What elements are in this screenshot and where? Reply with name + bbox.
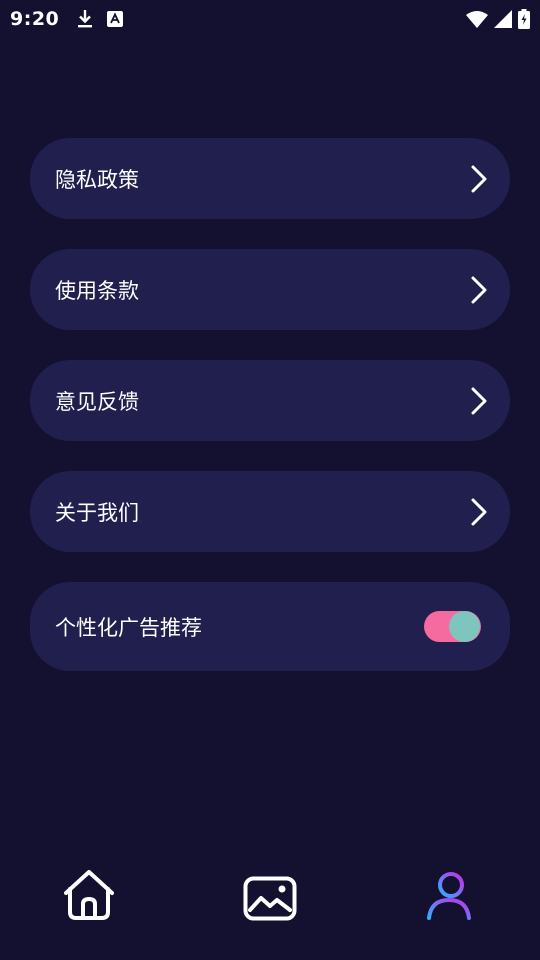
- profile-icon: [427, 872, 471, 920]
- settings-screen: 9:20 隐私政策 使用条款 意见反馈 关于我们 个性化广告推荐: [0, 0, 540, 960]
- nav-home-button[interactable]: [60, 868, 118, 922]
- battery-charging-icon: [518, 9, 530, 29]
- menu-item-label: 隐私政策: [55, 167, 139, 192]
- app-notification-icon: [107, 11, 124, 27]
- wifi-icon: [466, 10, 488, 28]
- menu-item-privacy-policy[interactable]: 隐私政策: [30, 138, 510, 219]
- personalized-ads-toggle[interactable]: [424, 611, 481, 642]
- status-notification-icons: [77, 9, 124, 29]
- menu-item-label: 使用条款: [55, 278, 139, 303]
- download-icon: [77, 9, 93, 29]
- chevron-right-icon: [470, 498, 488, 526]
- menu-item-label: 关于我们: [55, 500, 139, 525]
- menu-item-terms-of-use[interactable]: 使用条款: [30, 249, 510, 330]
- menu-item-label: 个性化广告推荐: [55, 615, 202, 640]
- status-system-icons: [466, 0, 530, 38]
- gallery-icon: [243, 876, 297, 921]
- home-icon: [64, 870, 114, 920]
- chevron-right-icon: [470, 276, 488, 304]
- nav-gallery-button[interactable]: [243, 876, 297, 921]
- status-time: 9:20: [10, 8, 60, 30]
- menu-item-label: 意见反馈: [55, 389, 139, 414]
- menu-item-personalized-ads: 个性化广告推荐: [30, 582, 510, 671]
- status-bar: 9:20: [0, 0, 540, 38]
- toggle-knob: [449, 611, 480, 642]
- chevron-right-icon: [470, 165, 488, 193]
- settings-menu: 隐私政策 使用条款 意见反馈 关于我们 个性化广告推荐: [30, 138, 510, 701]
- chevron-right-icon: [470, 387, 488, 415]
- signal-icon: [494, 10, 512, 28]
- menu-item-about-us[interactable]: 关于我们: [30, 471, 510, 552]
- menu-item-feedback[interactable]: 意见反馈: [30, 360, 510, 441]
- nav-profile-button[interactable]: [425, 871, 473, 921]
